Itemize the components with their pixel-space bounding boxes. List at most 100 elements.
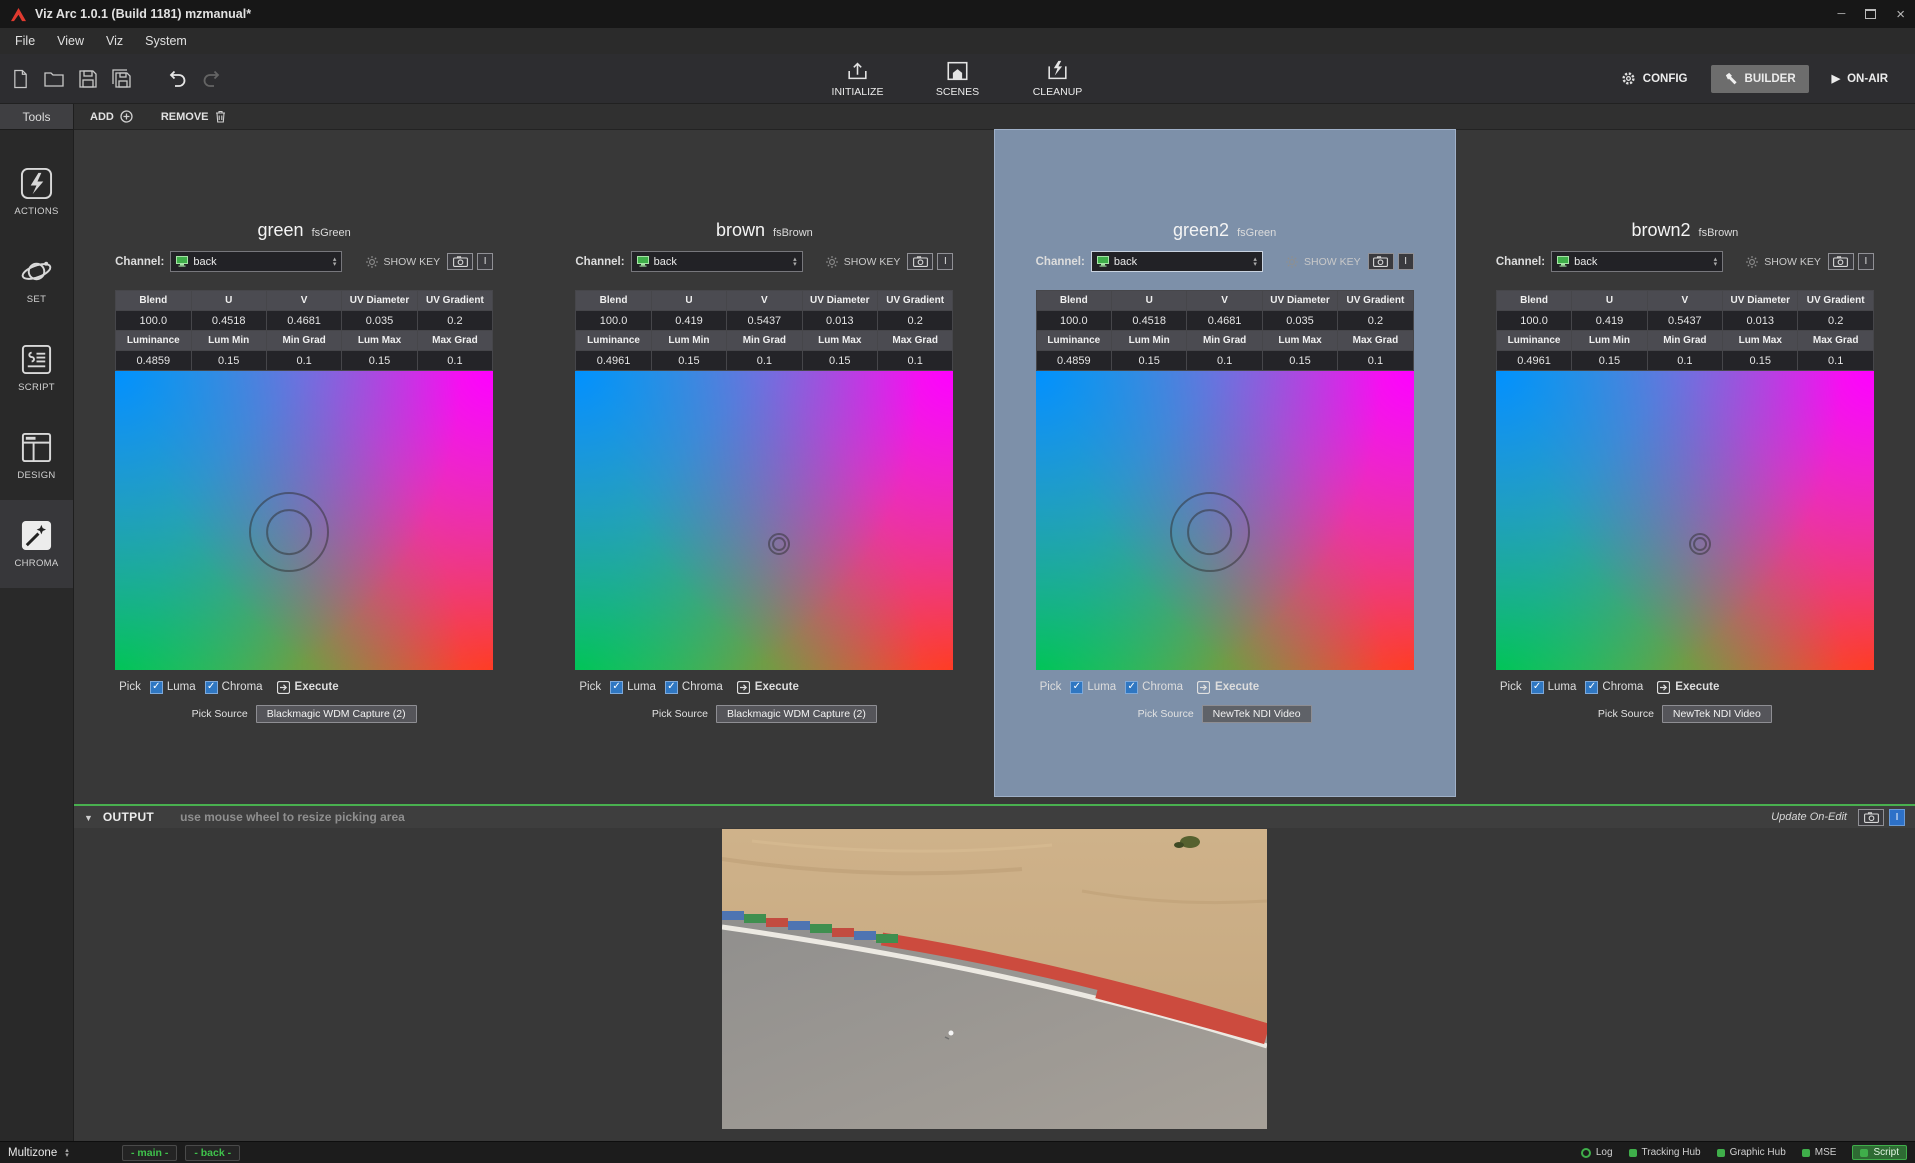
- show-key-invert-toggle[interactable]: I: [1398, 253, 1414, 270]
- luma-checkbox[interactable]: [610, 681, 623, 694]
- value-lum-max[interactable]: 0.15: [342, 351, 416, 370]
- value-uv-diameter[interactable]: 0.013: [1723, 311, 1797, 330]
- value-lum-min[interactable]: 0.15: [1572, 351, 1646, 370]
- pick-source-select[interactable]: NewTek NDI Video: [1202, 705, 1312, 723]
- value-uv-gradient[interactable]: 0.2: [1338, 311, 1412, 330]
- value-luminance[interactable]: 0.4961: [576, 351, 650, 370]
- status-script[interactable]: Script: [1852, 1145, 1907, 1160]
- close-button[interactable]: [1896, 7, 1905, 22]
- value-blend[interactable]: 100.0: [1037, 311, 1111, 330]
- value-v[interactable]: 0.5437: [1648, 311, 1722, 330]
- remove-button[interactable]: REMOVE: [161, 110, 226, 123]
- sidebar-item-actions[interactable]: ACTIONS: [0, 148, 73, 236]
- value-lum-min[interactable]: 0.15: [1112, 351, 1186, 370]
- pick-source-select[interactable]: NewTek NDI Video: [1662, 705, 1772, 723]
- channel-select[interactable]: back: [1091, 251, 1263, 272]
- zone-select[interactable]: Multizone: [8, 1147, 114, 1159]
- menu-system[interactable]: System: [134, 34, 198, 48]
- value-v[interactable]: 0.4681: [1187, 311, 1261, 330]
- value-min-grad[interactable]: 0.1: [267, 351, 341, 370]
- sidebar-item-set[interactable]: SET: [0, 236, 73, 324]
- show-key-camera-toggle[interactable]: [907, 253, 933, 270]
- value-uv-diameter[interactable]: 0.035: [1263, 311, 1337, 330]
- value-u[interactable]: 0.4518: [192, 311, 266, 330]
- builder-button[interactable]: BUILDER: [1711, 65, 1809, 93]
- config-button[interactable]: CONFIG: [1608, 65, 1701, 93]
- sidebar-item-chroma[interactable]: CHROMA: [0, 500, 73, 588]
- value-min-grad[interactable]: 0.1: [1648, 351, 1722, 370]
- value-luminance[interactable]: 0.4859: [116, 351, 190, 370]
- save-all-button[interactable]: [112, 69, 132, 89]
- value-uv-diameter[interactable]: 0.035: [342, 311, 416, 330]
- cleanup-button[interactable]: CLEANUP: [1020, 59, 1096, 98]
- sidebar-item-script[interactable]: SCRIPT: [0, 324, 73, 412]
- value-max-grad[interactable]: 0.1: [878, 351, 952, 370]
- show-key-camera-toggle[interactable]: [1828, 253, 1854, 270]
- redo-button[interactable]: [202, 69, 222, 88]
- value-u[interactable]: 0.4518: [1112, 311, 1186, 330]
- open-folder-button[interactable]: [44, 71, 64, 87]
- value-blend[interactable]: 100.0: [1497, 311, 1571, 330]
- channel-select[interactable]: back: [1551, 251, 1723, 272]
- execute-button[interactable]: Execute: [277, 681, 339, 694]
- uv-picker[interactable]: [1036, 371, 1414, 670]
- show-key-camera-toggle[interactable]: [447, 253, 473, 270]
- collapse-output-button[interactable]: [84, 810, 93, 824]
- value-lum-max[interactable]: 0.15: [1263, 351, 1337, 370]
- uv-picker[interactable]: [115, 371, 493, 670]
- chroma-checkbox[interactable]: [205, 681, 218, 694]
- luma-checkbox[interactable]: [150, 681, 163, 694]
- chroma-checkbox[interactable]: [1125, 681, 1138, 694]
- status-log[interactable]: Log: [1581, 1147, 1613, 1158]
- execute-button[interactable]: Execute: [737, 681, 799, 694]
- value-luminance[interactable]: 0.4859: [1037, 351, 1111, 370]
- output-key-toggle[interactable]: I: [1889, 809, 1905, 826]
- undo-button[interactable]: [167, 69, 187, 88]
- menu-view[interactable]: View: [46, 34, 95, 48]
- pick-source-select[interactable]: Blackmagic WDM Capture (2): [716, 705, 877, 723]
- show-key-invert-toggle[interactable]: I: [477, 253, 493, 270]
- value-lum-max[interactable]: 0.15: [1723, 351, 1797, 370]
- show-key-invert-toggle[interactable]: I: [937, 253, 953, 270]
- initialize-button[interactable]: INITIALIZE: [820, 59, 896, 98]
- execute-button[interactable]: Execute: [1657, 681, 1719, 694]
- new-document-button[interactable]: [12, 69, 29, 89]
- value-max-grad[interactable]: 0.1: [1338, 351, 1412, 370]
- value-uv-gradient[interactable]: 0.2: [1798, 311, 1872, 330]
- value-blend[interactable]: 100.0: [116, 311, 190, 330]
- scenes-button[interactable]: SCENES: [920, 59, 996, 98]
- value-luminance[interactable]: 0.4961: [1497, 351, 1571, 370]
- uv-picker[interactable]: [1496, 371, 1874, 670]
- show-key-invert-toggle[interactable]: I: [1858, 253, 1874, 270]
- value-min-grad[interactable]: 0.1: [727, 351, 801, 370]
- output-video[interactable]: [722, 829, 1267, 1129]
- value-min-grad[interactable]: 0.1: [1187, 351, 1261, 370]
- chroma-checkbox[interactable]: [1585, 681, 1598, 694]
- output-camera-toggle[interactable]: [1858, 809, 1884, 826]
- onair-button[interactable]: ON-AIR: [1819, 65, 1901, 93]
- pick-source-select[interactable]: Blackmagic WDM Capture (2): [256, 705, 417, 723]
- value-u[interactable]: 0.419: [1572, 311, 1646, 330]
- luma-checkbox[interactable]: [1070, 681, 1083, 694]
- minimize-button[interactable]: [1837, 9, 1845, 20]
- chroma-checkbox[interactable]: [665, 681, 678, 694]
- menu-file[interactable]: File: [4, 34, 46, 48]
- value-blend[interactable]: 100.0: [576, 311, 650, 330]
- value-v[interactable]: 0.5437: [727, 311, 801, 330]
- status-mse[interactable]: MSE: [1802, 1147, 1837, 1158]
- channel-main-button[interactable]: - main -: [122, 1145, 177, 1161]
- value-lum-min[interactable]: 0.15: [652, 351, 726, 370]
- value-uv-gradient[interactable]: 0.2: [878, 311, 952, 330]
- status-graphic-hub[interactable]: Graphic Hub: [1717, 1147, 1786, 1158]
- maximize-button[interactable]: [1865, 9, 1876, 19]
- value-v[interactable]: 0.4681: [267, 311, 341, 330]
- value-lum-max[interactable]: 0.15: [803, 351, 877, 370]
- execute-button[interactable]: Execute: [1197, 681, 1259, 694]
- channel-select[interactable]: back: [631, 251, 803, 272]
- show-key-camera-toggle[interactable]: [1368, 253, 1394, 270]
- value-u[interactable]: 0.419: [652, 311, 726, 330]
- menu-viz[interactable]: Viz: [95, 34, 134, 48]
- uv-picker[interactable]: [575, 371, 953, 670]
- value-uv-diameter[interactable]: 0.013: [803, 311, 877, 330]
- save-button[interactable]: [79, 70, 97, 88]
